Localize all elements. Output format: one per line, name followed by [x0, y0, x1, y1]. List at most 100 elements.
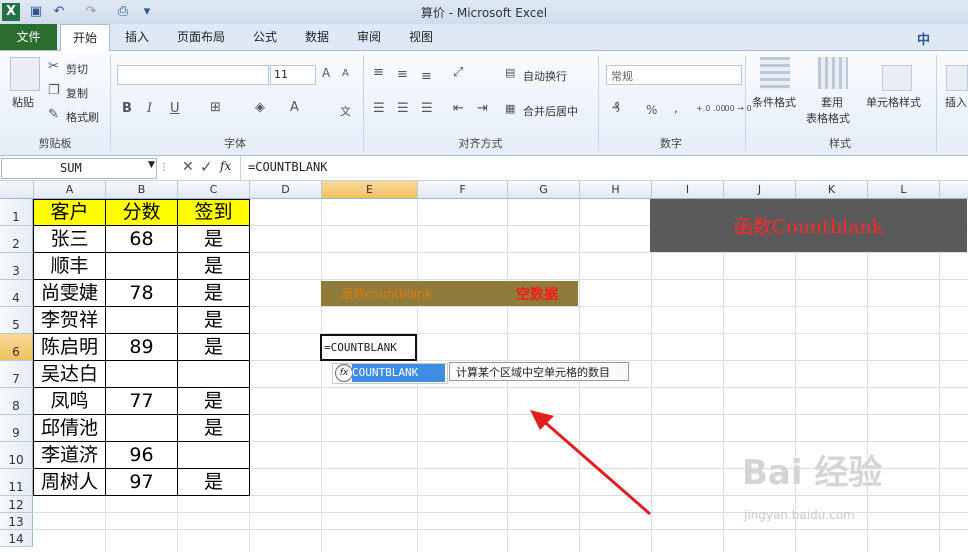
decrease-indent-icon[interactable]: ⇤ [453, 101, 464, 116]
align-left-icon[interactable]: ☰ [373, 101, 385, 116]
score-cell[interactable]: 77 [106, 388, 177, 415]
row-header-10[interactable]: 10 [0, 442, 33, 469]
score-cell[interactable]: 89 [106, 334, 177, 361]
select-all-corner[interactable] [0, 181, 34, 198]
font-size-select[interactable]: 11 [270, 65, 316, 85]
format-as-table-icon[interactable] [818, 57, 848, 89]
fill-color-icon[interactable]: ◈ [255, 100, 265, 115]
accounting-format-icon[interactable]: ₰ [612, 101, 620, 116]
underline-button[interactable]: U [170, 101, 180, 116]
row-header-8[interactable]: 8 [0, 388, 33, 415]
align-center-icon[interactable]: ☰ [397, 101, 409, 116]
customer-cell[interactable]: 李道济 [34, 442, 105, 469]
score-cell[interactable]: 97 [106, 469, 177, 496]
cut-button[interactable]: 剪切 [66, 61, 88, 77]
checkin-cell[interactable]: 是 [178, 253, 249, 280]
score-cell[interactable]: 96 [106, 442, 177, 469]
conditional-format-button[interactable]: 条件格式 [752, 94, 796, 110]
column-header-l[interactable]: L [868, 181, 940, 198]
score-cell[interactable] [106, 253, 177, 280]
customer-cell[interactable]: 周树人 [34, 469, 105, 496]
tab-home[interactable]: 开始 [60, 24, 110, 51]
checkin-cell[interactable]: 是 [178, 280, 249, 307]
row-header-3[interactable]: 3 [0, 253, 33, 280]
checkin-cell[interactable]: 是 [178, 307, 249, 334]
column-header-c[interactable]: C [178, 181, 250, 198]
name-box[interactable]: SUM ▼ [1, 158, 157, 179]
tab-review[interactable]: 审阅 [350, 24, 388, 50]
comma-button[interactable]: , [674, 101, 678, 115]
checkin-cell[interactable] [178, 442, 249, 469]
autocomplete-item-countblank[interactable]: COUNTBLANK [352, 364, 445, 382]
row-header-7[interactable]: 7 [0, 361, 33, 388]
customer-cell[interactable]: 尚雯婕 [34, 280, 105, 307]
checkin-cell[interactable] [178, 361, 249, 388]
active-cell-e6[interactable]: =COUNTBLANK [320, 334, 417, 361]
align-bottom-icon[interactable]: ≡ [421, 69, 432, 84]
row-header-5[interactable]: 5 [0, 307, 33, 334]
column-header-e[interactable]: E [322, 181, 418, 198]
paste-icon[interactable] [10, 57, 40, 91]
tab-data[interactable]: 数据 [298, 24, 336, 50]
header-cell[interactable]: 分数 [106, 199, 177, 226]
customer-cell[interactable]: 吴达白 [34, 361, 105, 388]
row-header-9[interactable]: 9 [0, 415, 33, 442]
tab-formulas[interactable]: 公式 [246, 24, 284, 50]
column-header-d[interactable]: D [250, 181, 322, 198]
cell-styles-icon[interactable] [882, 65, 912, 91]
merge-center-button[interactable]: 合并后居中 [523, 103, 578, 119]
format-as-table-label-1[interactable]: 套用 [821, 94, 843, 110]
column-header-k[interactable]: K [796, 181, 868, 198]
customer-cell[interactable]: 邱倩池 [34, 415, 105, 442]
bold-button[interactable]: B [122, 101, 132, 116]
checkin-cell[interactable]: 是 [178, 415, 249, 442]
paste-button[interactable]: 粘贴 [12, 94, 34, 110]
italic-button[interactable]: I [147, 101, 152, 116]
header-cell[interactable]: 客户 [34, 199, 105, 226]
customer-cell[interactable]: 顺丰 [34, 253, 105, 280]
borders-icon[interactable]: ⊞ [210, 100, 221, 115]
score-cell[interactable]: 68 [106, 226, 177, 253]
row-header-2[interactable]: 2 [0, 226, 33, 253]
column-header-j[interactable]: J [724, 181, 796, 198]
row-header-11[interactable]: 11 [0, 469, 33, 496]
row-header-4[interactable]: 4 [0, 280, 33, 307]
cancel-icon[interactable]: ✕ [182, 159, 194, 175]
orientation-icon[interactable]: ⤢ [453, 65, 463, 80]
score-cell[interactable] [106, 415, 177, 442]
row-header-14[interactable]: 14 [0, 530, 33, 547]
align-right-icon[interactable]: ☰ [421, 101, 433, 116]
cell-styles-button[interactable]: 单元格样式 [866, 94, 921, 110]
customer-cell[interactable]: 李贺祥 [34, 307, 105, 334]
title-banner[interactable]: 函数Countblank [650, 199, 967, 252]
ime-mode[interactable]: 中 [917, 29, 930, 48]
insert-cells-icon[interactable] [946, 65, 968, 91]
number-format-select[interactable]: 常规 [606, 65, 742, 85]
checkin-cell[interactable]: 是 [178, 226, 249, 253]
decrease-decimal-button[interactable]: .00 →.0 [722, 104, 752, 113]
column-header-a[interactable]: A [34, 181, 106, 198]
tab-insert[interactable]: 插入 [118, 24, 156, 50]
header-cell[interactable]: 签到 [178, 199, 249, 226]
column-header-i[interactable]: I [652, 181, 724, 198]
enter-icon[interactable]: ✓ [200, 158, 213, 176]
checkin-cell[interactable]: 是 [178, 469, 249, 496]
align-top-icon[interactable]: ≡ [373, 65, 384, 80]
font-name-select[interactable] [117, 65, 269, 85]
score-cell[interactable]: 78 [106, 280, 177, 307]
customer-cell[interactable]: 张三 [34, 226, 105, 253]
formula-input[interactable]: =COUNTBLANK [248, 160, 327, 174]
insert-function-button[interactable]: fx [220, 159, 231, 173]
column-header-b[interactable]: B [106, 181, 178, 198]
row-header-6[interactable]: 6 [0, 334, 33, 361]
increase-indent-icon[interactable]: ⇥ [477, 101, 488, 116]
copy-button[interactable]: 复制 [66, 85, 88, 101]
score-cell[interactable] [106, 307, 177, 334]
tab-file[interactable]: 文件 [0, 24, 57, 50]
customer-cell[interactable]: 陈启明 [34, 334, 105, 361]
row-header-13[interactable]: 13 [0, 513, 33, 530]
customer-cell[interactable]: 凤鸣 [34, 388, 105, 415]
column-header-h[interactable]: H [580, 181, 652, 198]
column-header-f[interactable]: F [418, 181, 508, 198]
percent-button[interactable]: % [646, 103, 657, 117]
